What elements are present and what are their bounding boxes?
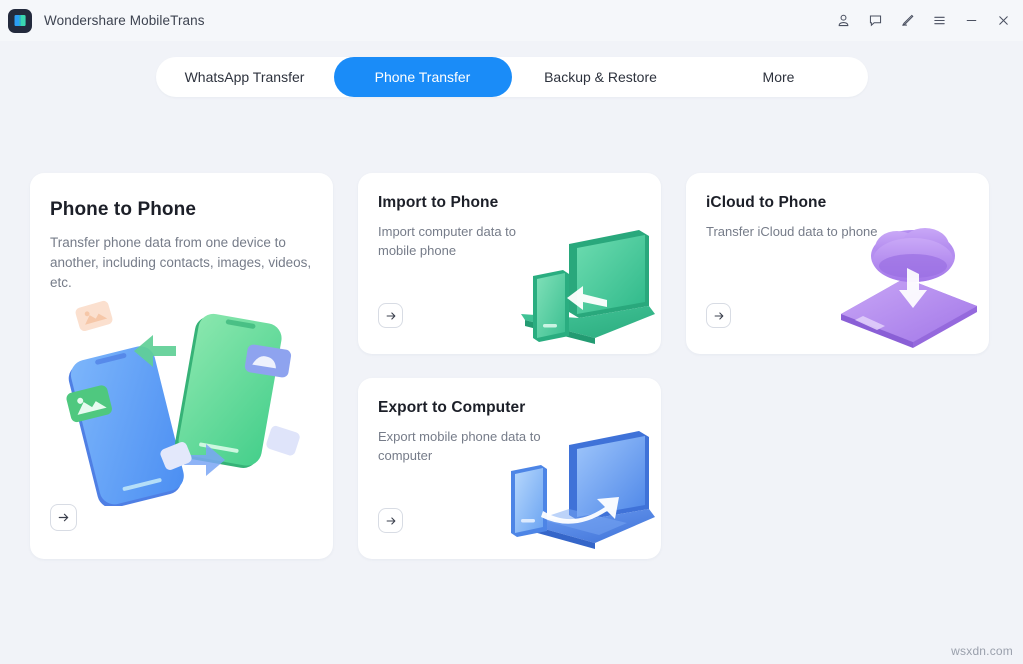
card-export-to-computer[interactable]: Export to Computer Export mobile phone d… xyxy=(358,378,661,559)
title-bar: Wondershare MobileTrans xyxy=(0,0,1023,41)
card-title: Import to Phone xyxy=(378,194,499,211)
tab-more[interactable]: More xyxy=(690,57,868,97)
app-logo-icon xyxy=(8,8,32,33)
tab-whatsapp-transfer[interactable]: WhatsApp Transfer xyxy=(156,57,334,97)
edit-icon[interactable] xyxy=(891,5,923,37)
card-action-button[interactable] xyxy=(378,508,403,533)
card-action-button[interactable] xyxy=(706,303,731,328)
card-description: Export mobile phone data to computer xyxy=(378,429,541,463)
app-window: Wondershare MobileTrans WhatsApp Transfe… xyxy=(0,0,1023,664)
watermark: wsxdn.com xyxy=(951,644,1013,658)
window-controls xyxy=(827,0,1019,41)
window-title: Wondershare MobileTrans xyxy=(44,13,205,28)
tab-label: Phone Transfer xyxy=(374,69,471,85)
card-title: Export to Computer xyxy=(378,399,526,416)
close-icon[interactable] xyxy=(987,5,1019,37)
menu-icon[interactable] xyxy=(923,5,955,37)
tab-label: More xyxy=(762,69,795,85)
card-title: iCloud to Phone xyxy=(706,194,827,211)
two-phones-transfer-illustration xyxy=(66,300,300,506)
tab-bar-wrapper: WhatsApp Transfer Phone Transfer Backup … xyxy=(0,57,1023,97)
card-description: Transfer phone data from one device to a… xyxy=(50,235,312,290)
feature-card-grid: Phone to Phone Transfer phone data from … xyxy=(30,173,991,563)
card-title: Phone to Phone xyxy=(50,199,197,220)
card-description: Import computer data to mobile phone xyxy=(378,224,517,258)
account-icon[interactable] xyxy=(827,5,859,37)
card-icloud-to-phone[interactable]: iCloud to Phone Transfer iCloud data to … xyxy=(686,173,989,354)
feedback-icon[interactable] xyxy=(859,5,891,37)
tab-label: Backup & Restore xyxy=(544,69,657,85)
tab-bar: WhatsApp Transfer Phone Transfer Backup … xyxy=(155,57,868,97)
card-import-to-phone[interactable]: Import to Phone Import computer data to … xyxy=(358,173,661,354)
minimize-icon[interactable] xyxy=(955,5,987,37)
card-action-button[interactable] xyxy=(378,303,403,328)
tab-label: WhatsApp Transfer xyxy=(184,69,305,85)
card-action-button[interactable] xyxy=(50,504,77,531)
card-phone-to-phone[interactable]: Phone to Phone Transfer phone data from … xyxy=(30,173,333,559)
tab-backup-restore[interactable]: Backup & Restore xyxy=(512,57,690,97)
tab-phone-transfer[interactable]: Phone Transfer xyxy=(333,57,512,97)
card-description: Transfer iCloud data to phone xyxy=(706,224,878,239)
